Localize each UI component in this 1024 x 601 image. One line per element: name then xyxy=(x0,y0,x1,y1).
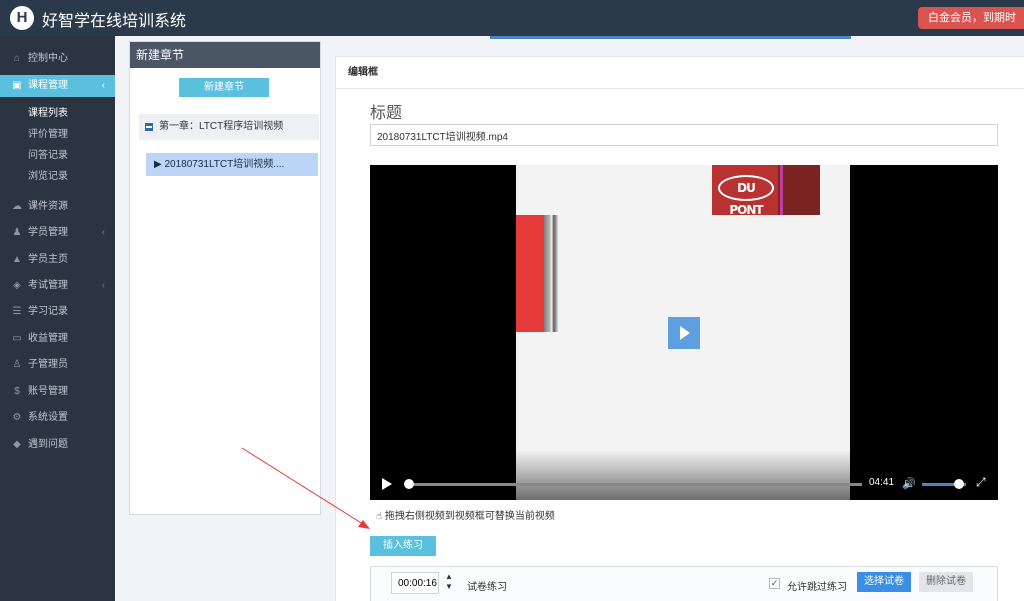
chapter-item[interactable]: 第一章：LTCT程序培训视频 xyxy=(139,114,319,140)
seek-handle[interactable] xyxy=(404,479,414,489)
insert-practice-button[interactable]: 插入练习 xyxy=(370,536,436,556)
allow-skip-checkbox[interactable]: ✓ xyxy=(769,578,780,589)
sidebar-item-label: 学员主页 xyxy=(28,254,68,265)
dupont-logo: DU PONT xyxy=(712,165,820,217)
practice-time-input[interactable] xyxy=(391,572,439,594)
sidebar-item-account[interactable]: $ 账号管理 xyxy=(0,381,115,403)
title-input[interactable] xyxy=(370,124,998,146)
dupont-logo-line xyxy=(780,165,783,215)
member-badge[interactable]: 白金会员，到期时 xyxy=(918,7,1024,29)
sidebar-item-label: 控制中心 xyxy=(28,53,68,64)
graduation-cap-icon: ▲ xyxy=(12,254,22,265)
big-play-icon[interactable] xyxy=(668,317,700,349)
chevron-left-icon: ‹ xyxy=(101,227,105,238)
chevron-up-icon[interactable]: ▲ xyxy=(443,572,455,582)
user-icon: ♙ xyxy=(12,359,22,370)
allow-skip-label: 允许跳过练习 xyxy=(787,582,847,593)
diamond-icon: ◆ xyxy=(13,439,21,450)
sidebar-subitem-course-list[interactable]: 课程列表 xyxy=(0,104,115,124)
sidebar-item-dashboard[interactable]: ⌂ 控制中心 xyxy=(0,48,115,70)
sidebar-subitem-reviews[interactable]: 评价管理 xyxy=(0,125,115,145)
sidebar-item-label: 课程管理 xyxy=(28,80,68,91)
fullscreen-icon[interactable]: ⤢ xyxy=(976,475,986,490)
chevron-down-icon[interactable]: ▼ xyxy=(443,582,455,592)
play-icon[interactable] xyxy=(382,478,392,490)
users-icon: ♟ xyxy=(12,227,22,238)
dupont-logo-shade xyxy=(778,165,820,215)
video-item[interactable]: ▶ 20180731LTCT培训视频.... xyxy=(146,153,318,176)
title-label: 标题 xyxy=(370,105,403,122)
video-controls xyxy=(370,450,998,500)
chapter-panel: 新建章节 新建章节 第一章：LTCT程序培训视频 ▶ 20180731LTCT培… xyxy=(129,41,321,515)
video-scene-gray-band xyxy=(544,215,558,332)
sidebar-item-revenue[interactable]: ▭ 收益管理 xyxy=(0,328,115,350)
collapse-icon[interactable] xyxy=(145,123,153,131)
time-stepper[interactable]: ▲ ▼ xyxy=(443,572,455,594)
sidebar-item-label: 学习记录 xyxy=(28,306,68,317)
gear-icon: ⚙ xyxy=(12,412,22,423)
chevron-left-icon: ‹ xyxy=(101,280,105,291)
sidebar-item-label: 收益管理 xyxy=(28,333,68,344)
sidebar-item-courseware[interactable]: ☁ 课件资源 xyxy=(0,196,115,218)
app-title: 好智学在线培训系统 xyxy=(42,11,187,30)
sidebar-item-label: 子管理员 xyxy=(28,359,68,370)
sidebar-item-label: 学员管理 xyxy=(28,227,68,238)
editor-panel: 编辑框 标题 DU PONT 04:41 🔊 ⤢ ☝ 拖拽右侧视频到视频框可替换… xyxy=(335,56,1024,601)
sidebar-subitem-qa-records[interactable]: 问答记录 xyxy=(0,146,115,166)
sidebar-item-help[interactable]: ◆ 遇到问题 xyxy=(0,434,115,456)
sidebar-item-sub-admins[interactable]: ♙ 子管理员 xyxy=(0,354,115,376)
delete-exam-button[interactable]: 删除试卷 xyxy=(919,572,973,592)
volume-icon[interactable]: 🔊 xyxy=(902,477,916,490)
sidebar-item-student-home[interactable]: ▲ 学员主页 xyxy=(0,249,115,271)
cloud-icon: ☁ xyxy=(12,201,22,212)
video-player[interactable]: DU PONT 04:41 🔊 ⤢ xyxy=(370,165,998,500)
list-icon: ☰ xyxy=(12,306,22,317)
sidebar-item-label: 考试管理 xyxy=(28,280,68,291)
video-duration: 04:41 xyxy=(869,477,895,488)
sidebar-subitem-browse-records[interactable]: 浏览记录 xyxy=(0,167,115,187)
new-chapter-button[interactable]: 新建章节 xyxy=(179,78,269,97)
drag-hint: ☝ 拖拽右侧视频到视频框可替换当前视频 xyxy=(376,507,555,522)
sidebar-item-course-management[interactable]: ▣ 课程管理 ‹ xyxy=(0,75,115,97)
editor-header: 编辑框 xyxy=(336,57,1024,89)
dupont-logo-text: DU PONT xyxy=(718,175,774,217)
credit-card-icon: ▭ xyxy=(12,333,22,344)
sidebar: ⌂ 控制中心 ▣ 课程管理 ‹ 课程列表 评价管理 问答记录 浏览记录 ☁ 课件… xyxy=(0,36,115,601)
chevron-left-icon: ‹ xyxy=(101,80,105,91)
chapter-panel-title: 新建章节 xyxy=(130,42,320,68)
exam-practice-label: 试卷练习 xyxy=(467,582,507,593)
sidebar-item-label: 课件资源 xyxy=(28,201,68,212)
sidebar-item-label: 账号管理 xyxy=(28,386,68,397)
book-icon: ▣ xyxy=(12,80,22,91)
drag-hint-text: 拖拽右侧视频到视频框可替换当前视频 xyxy=(384,511,555,522)
sidebar-item-students[interactable]: ♟ 学员管理 ‹ xyxy=(0,222,115,244)
sidebar-item-label: 遇到问题 xyxy=(28,439,68,450)
logo-icon: H xyxy=(10,6,34,30)
sidebar-item-exams[interactable]: ◈ 考试管理 ‹ xyxy=(0,275,115,297)
top-bar: H 好智学在线培训系统 白金会员，到期时 xyxy=(0,0,1024,36)
tag-icon: ◈ xyxy=(13,280,21,291)
sidebar-item-settings[interactable]: ⚙ 系统设置 xyxy=(0,407,115,429)
dollar-icon: $ xyxy=(14,386,20,397)
loading-progress-bar xyxy=(490,36,851,39)
video-scene-red-block xyxy=(516,215,544,332)
hand-pointer-icon: ☝ xyxy=(376,511,383,522)
sidebar-item-learning-records[interactable]: ☰ 学习记录 xyxy=(0,301,115,323)
home-icon: ⌂ xyxy=(13,53,21,64)
practice-row: ▲ ▼ 试卷练习 ✓ 允许跳过练习 选择试卷 删除试卷 X xyxy=(370,566,998,601)
choose-exam-button[interactable]: 选择试卷 xyxy=(857,572,911,592)
sidebar-item-label: 系统设置 xyxy=(28,412,68,423)
chapter-item-label: 第一章：LTCT程序培训视频 xyxy=(159,121,284,132)
seek-bar[interactable] xyxy=(408,483,862,486)
